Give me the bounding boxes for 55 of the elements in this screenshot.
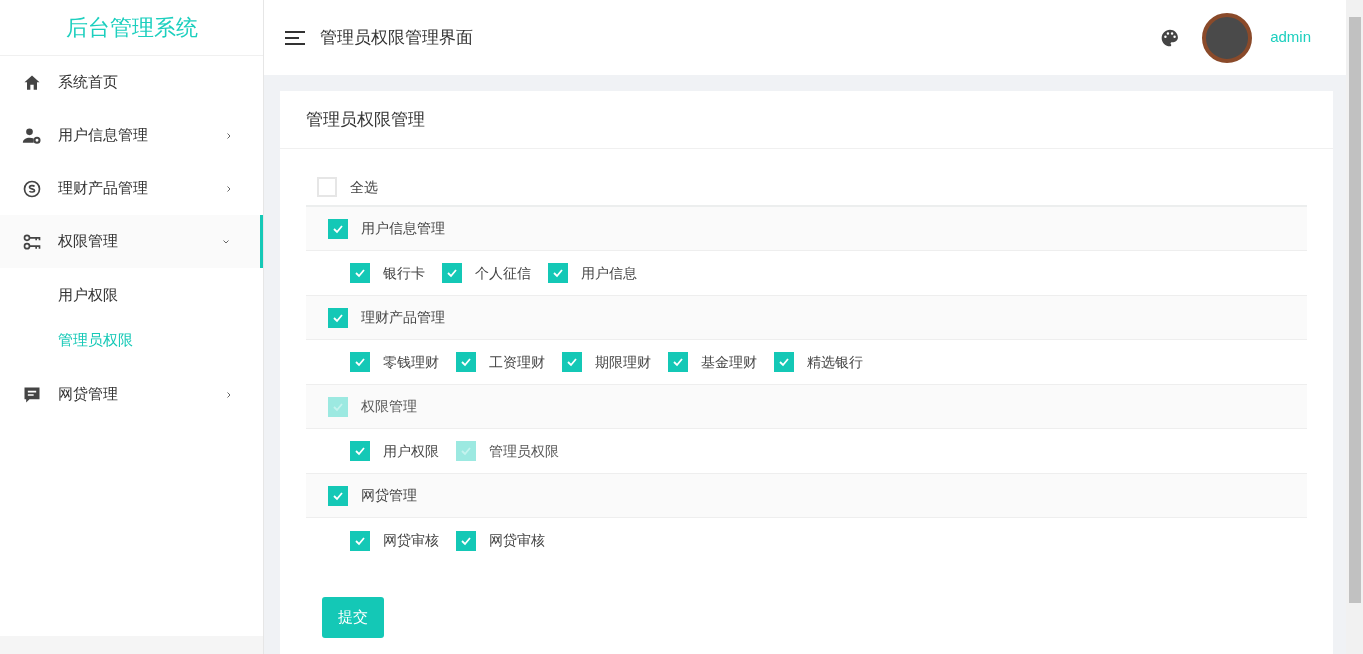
checkbox-label[interactable]: 期限理财 bbox=[595, 351, 651, 373]
sidebar-item[interactable]: 系统首页 bbox=[0, 56, 263, 109]
checkbox[interactable] bbox=[548, 263, 568, 283]
checkbox[interactable] bbox=[328, 307, 348, 328]
checkbox-label[interactable]: 银行卡 bbox=[383, 262, 425, 284]
checkbox-label[interactable]: 用户信息 bbox=[581, 262, 637, 284]
check-icon bbox=[354, 267, 366, 279]
sidebar-item[interactable]: 网贷管理 bbox=[0, 368, 263, 421]
check-icon bbox=[354, 445, 366, 457]
check-icon bbox=[552, 267, 564, 279]
scrollbar[interactable] bbox=[1346, 0, 1363, 654]
checkbox-label[interactable]: 网贷审核 bbox=[489, 530, 545, 551]
checkbox[interactable] bbox=[562, 352, 582, 372]
checkbox-label[interactable]: 工资理财 bbox=[489, 351, 545, 373]
checkbox[interactable] bbox=[350, 263, 370, 283]
checkbox[interactable] bbox=[456, 530, 476, 551]
checkbox-label[interactable]: 精选银行 bbox=[807, 351, 863, 373]
check-icon bbox=[778, 356, 790, 368]
sidebar-item[interactable]: 用户信息管理 bbox=[0, 109, 263, 162]
chevron-right-icon bbox=[225, 184, 233, 193]
checkbox[interactable] bbox=[328, 218, 348, 239]
checkbox[interactable] bbox=[350, 530, 370, 551]
check-icon bbox=[460, 445, 472, 457]
checkbox-label[interactable]: 基金理财 bbox=[701, 351, 757, 373]
checkbox[interactable] bbox=[456, 352, 476, 372]
checkbox-label[interactable]: 网贷审核 bbox=[383, 530, 439, 551]
checkbox[interactable] bbox=[668, 352, 688, 372]
checkbox-label[interactable]: 用户信息管理 bbox=[361, 218, 445, 239]
page-title: 管理员权限管理界面 bbox=[320, 26, 473, 49]
checkbox-label[interactable]: 个人征信 bbox=[475, 262, 531, 284]
check-icon bbox=[446, 267, 458, 279]
sidebar-item[interactable]: 理财产品管理 bbox=[0, 162, 263, 215]
check-icon bbox=[460, 356, 472, 368]
checkbox-label[interactable]: 全选 bbox=[350, 176, 378, 198]
sidebar-item[interactable]: 权限管理 bbox=[0, 215, 263, 268]
checkbox-label[interactable]: 网贷管理 bbox=[361, 485, 417, 506]
menu-icon[interactable] bbox=[284, 29, 306, 46]
check-icon bbox=[354, 356, 366, 368]
checkbox-label[interactable]: 零钱理财 bbox=[383, 351, 439, 373]
chevron-down-icon bbox=[222, 237, 230, 246]
checkbox[interactable] bbox=[317, 177, 337, 197]
app-logo-title: 后台管理系统 bbox=[65, 14, 198, 42]
checkbox[interactable] bbox=[350, 352, 370, 372]
checkbox[interactable] bbox=[328, 485, 348, 506]
card-title: 管理员权限管理 bbox=[306, 108, 425, 131]
currency-s-icon bbox=[22, 178, 42, 199]
checkbox[interactable] bbox=[442, 263, 462, 283]
palette-icon[interactable] bbox=[1160, 27, 1181, 48]
check-icon bbox=[566, 356, 578, 368]
checkbox[interactable] bbox=[774, 352, 794, 372]
check-icon bbox=[672, 356, 684, 368]
checkbox-label[interactable]: 理财产品管理 bbox=[361, 307, 445, 328]
chevron-right-icon bbox=[225, 390, 233, 399]
submenu-item[interactable]: 用户权限 bbox=[0, 273, 263, 318]
chevron-right-icon bbox=[225, 131, 233, 140]
